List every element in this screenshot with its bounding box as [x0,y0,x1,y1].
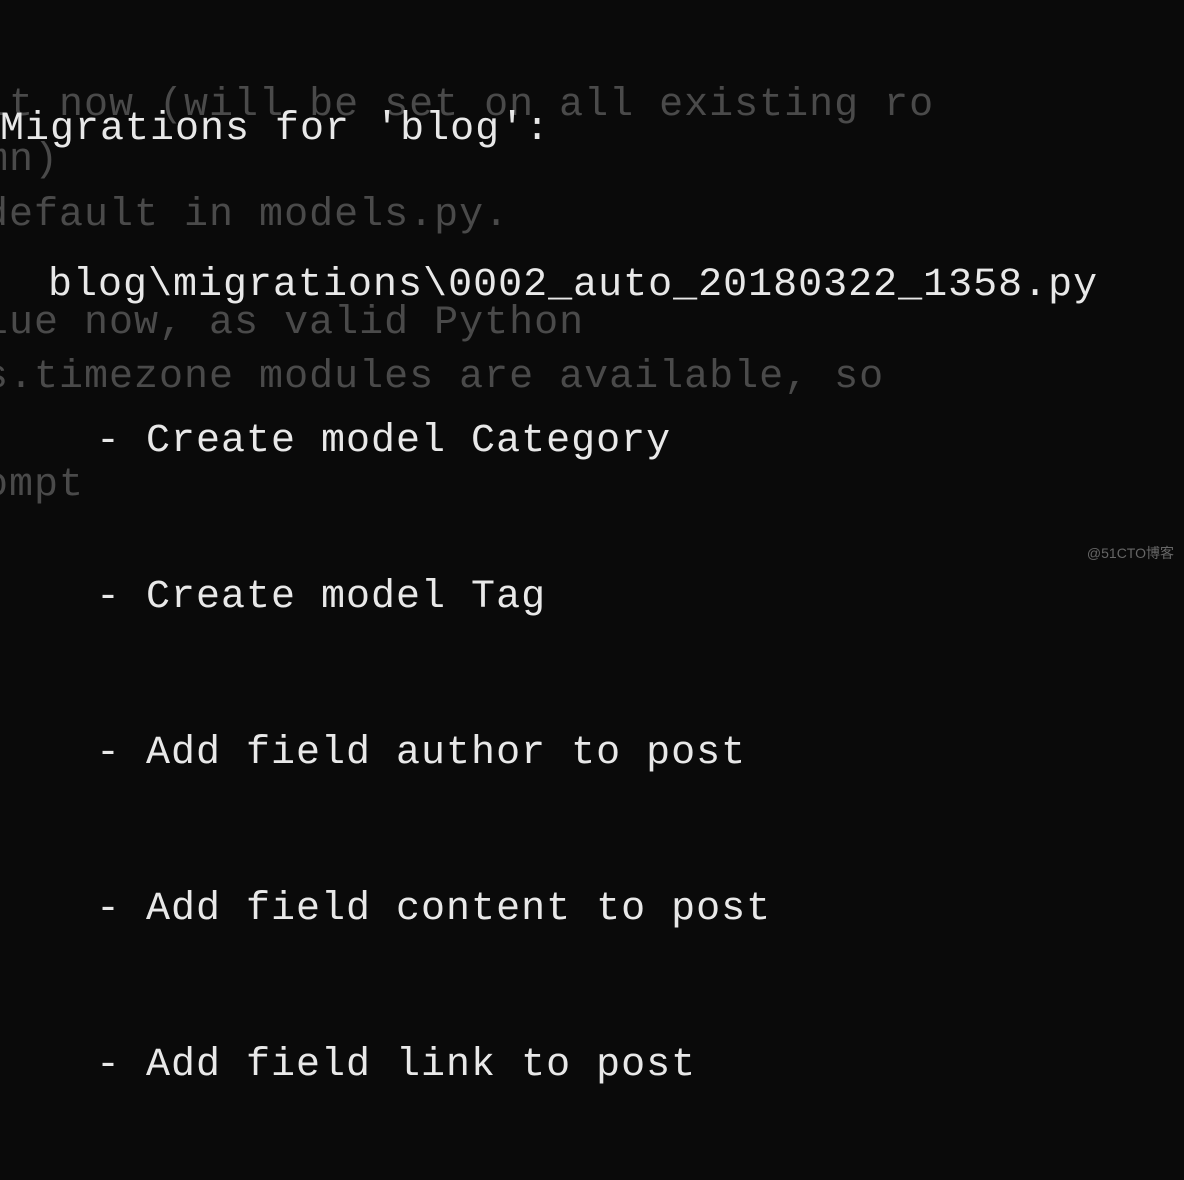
watermark: @51CTO博客 [1087,544,1174,562]
migration-operation: - Add field link to post [0,1040,1184,1092]
migration-operation: - Add field author to post [0,728,1184,780]
terminal-output: Migrations for 'blog': blog\migrations\0… [0,0,1184,1180]
migration-operation: - Add field content to post [0,884,1184,936]
migration-operation: - Create model Tag [0,572,1184,624]
migration-operation: - Create model Category [0,416,1184,468]
migration-file-path: blog\migrations\0002_auto_20180322_1358.… [0,260,1184,312]
migrations-header: Migrations for 'blog': [0,104,1184,156]
